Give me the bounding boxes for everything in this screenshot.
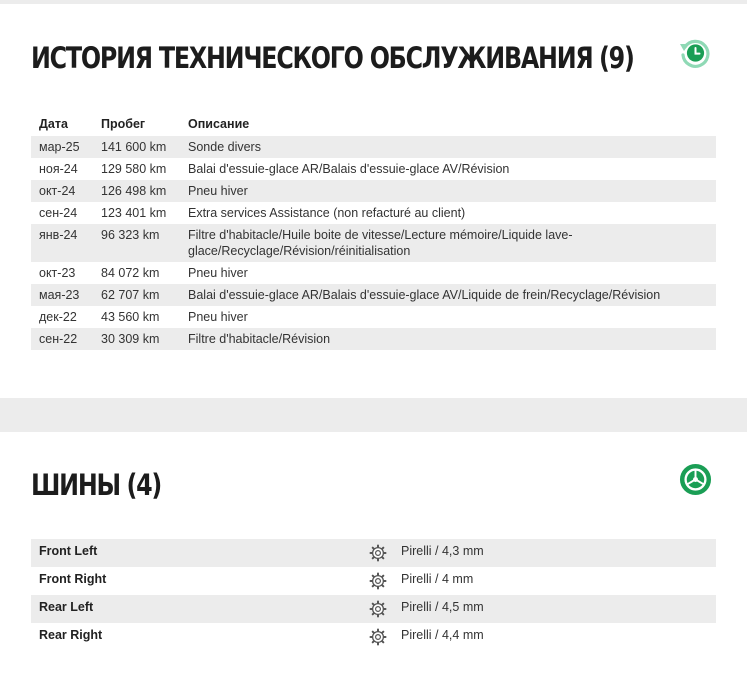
tires-count: (4) xyxy=(126,468,162,502)
row-date: дек-22 xyxy=(39,310,77,324)
table-row: окт-24 126 498 km Pneu hiver xyxy=(31,180,716,202)
gear-icon xyxy=(369,572,387,590)
tire-position: Rear Right xyxy=(39,628,103,642)
row-mileage: 141 600 km xyxy=(93,136,180,158)
tire-spec: Pirelli / 4,3 mm xyxy=(393,539,716,567)
row-mileage: 129 580 km xyxy=(101,162,167,176)
row-description: Sonde divers xyxy=(180,136,716,158)
row-description: Filtre d'habitacle/Révision xyxy=(180,328,716,350)
tire-gear-cell xyxy=(361,567,393,595)
maintenance-history-card: ИСТОРИЯ ТЕХНИЧЕСКОГО ОБСЛУЖИВАНИЯ (9) Дат… xyxy=(0,4,747,398)
row-date: янв-24 xyxy=(31,224,93,262)
row-date: мая-23 xyxy=(31,284,93,306)
maintenance-history-count: (9) xyxy=(599,41,635,75)
table-row: ноя-24 129 580 km Balai d'essuie-glace A… xyxy=(31,158,716,180)
tire-row: Front Left Pirelli / 4,3 mm xyxy=(31,539,716,567)
tires-title: ШИНЫ (4) xyxy=(31,468,162,502)
tire-position: Rear Left xyxy=(31,595,361,623)
column-header-date: Дата xyxy=(39,117,68,131)
history-clock-icon[interactable] xyxy=(678,36,712,70)
tire-row: Front Right Pirelli / 4 mm xyxy=(31,567,716,595)
table-row: сен-24 123 401 km Extra services Assista… xyxy=(31,202,716,224)
row-date: окт-24 xyxy=(31,180,93,202)
column-header-mileage: Пробег xyxy=(101,117,146,131)
gear-icon xyxy=(369,628,387,646)
tire-gear-cell xyxy=(361,539,393,567)
maintenance-history-table: Дата Пробег Описание мар-25 141 600 km S… xyxy=(31,112,716,350)
tire-spec: Pirelli / 4 mm xyxy=(401,572,474,586)
row-description: Balai d'essuie-glace AR/Balais d'essuie-… xyxy=(188,162,510,176)
row-description: Extra services Assistance (non refacturé… xyxy=(188,206,466,220)
table-row: дек-22 43 560 km Pneu hiver xyxy=(31,306,716,328)
tire-gear-cell xyxy=(361,623,393,651)
row-mileage: 96 323 km xyxy=(93,224,180,262)
row-mileage: 123 401 km xyxy=(101,206,167,220)
tire-position: Front Right xyxy=(39,572,107,586)
row-description: Balai d'essuie-glace AR/Balais d'essuie-… xyxy=(180,284,716,306)
row-mileage: 84 072 km xyxy=(101,266,160,280)
gear-icon xyxy=(369,544,387,562)
row-date: сен-22 xyxy=(31,328,93,350)
row-date: мар-25 xyxy=(31,136,93,158)
row-date: ноя-24 xyxy=(39,162,78,176)
row-description: Pneu hiver xyxy=(180,180,716,202)
tire-row: Rear Right Pirelli / 4,4 mm xyxy=(31,623,716,651)
tires-table: Front Left Pirelli / 4,3 mm Front Right … xyxy=(31,539,716,651)
row-description: Pneu hiver xyxy=(188,266,248,280)
row-date: сен-24 xyxy=(39,206,78,220)
tire-row: Rear Left Pirelli / 4,5 mm xyxy=(31,595,716,623)
row-date: окт-23 xyxy=(39,266,76,280)
row-mileage: 126 498 km xyxy=(93,180,180,202)
gear-icon xyxy=(369,600,387,618)
table-row: янв-24 96 323 km Filtre d'habitacle/Huil… xyxy=(31,224,716,262)
row-mileage: 43 560 km xyxy=(101,310,160,324)
row-description: Filtre d'habitacle/Huile boite de vitess… xyxy=(180,224,716,262)
table-header-row: Дата Пробег Описание xyxy=(31,112,716,136)
tire-spec: Pirelli / 4,5 mm xyxy=(393,595,716,623)
tires-card: ШИНЫ (4) Front Left Pirelli / 4,3 mm Fro… xyxy=(0,432,747,678)
maintenance-history-title-text: ИСТОРИЯ ТЕХНИЧЕСКОГО ОБСЛУЖИВАНИЯ xyxy=(31,41,594,75)
tire-spec: Pirelli / 4,4 mm xyxy=(401,628,484,642)
tire-gear-cell xyxy=(361,595,393,623)
table-row: сен-22 30 309 km Filtre d'habitacle/Révi… xyxy=(31,328,716,350)
row-mileage: 30 309 km xyxy=(93,328,180,350)
tires-title-text: ШИНЫ xyxy=(31,468,121,502)
maintenance-history-title: ИСТОРИЯ ТЕХНИЧЕСКОГО ОБСЛУЖИВАНИЯ (9) xyxy=(31,41,635,75)
tire-position: Front Left xyxy=(31,539,361,567)
table-row: мар-25 141 600 km Sonde divers xyxy=(31,136,716,158)
row-description: Pneu hiver xyxy=(188,310,248,324)
table-row: окт-23 84 072 km Pneu hiver xyxy=(31,262,716,284)
row-mileage: 62 707 km xyxy=(93,284,180,306)
tire-wheel-icon[interactable] xyxy=(679,463,712,496)
column-header-description: Описание xyxy=(188,117,250,131)
table-row: мая-23 62 707 km Balai d'essuie-glace AR… xyxy=(31,284,716,306)
